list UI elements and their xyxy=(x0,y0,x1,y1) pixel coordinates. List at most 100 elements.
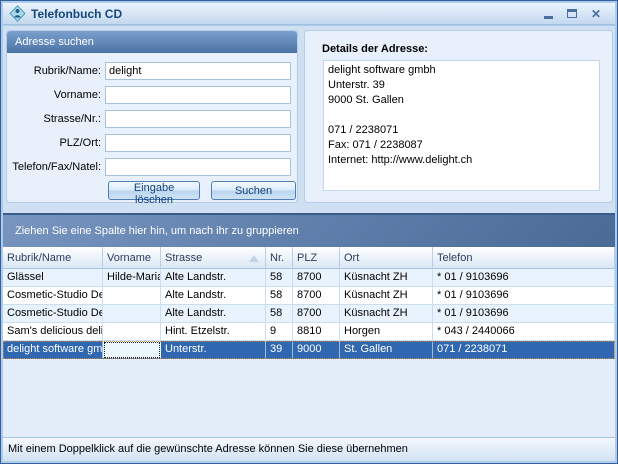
cell-strasse: Unterstr. xyxy=(161,341,266,359)
column-header-label: Telefon xyxy=(437,251,473,264)
plz-ort-input[interactable] xyxy=(105,134,291,152)
app-window: Telefonbuch CD ✕ Adresse suchen Rubrik/N… xyxy=(0,0,618,464)
column-header-label: Nr. xyxy=(270,251,285,264)
address-line: 9000 St. Gallen xyxy=(328,94,404,106)
field-row-rubrik-name: Rubrik/Name: xyxy=(9,62,291,80)
address-details-panel: Details der Adresse: delight software gm… xyxy=(304,30,613,203)
rubrik-name-input[interactable] xyxy=(105,62,291,80)
address-line: 071 / 2238071 xyxy=(328,124,399,136)
address-line xyxy=(328,108,595,123)
group-by-hint: Ziehen Sie eine Spalte hier hin, um nach… xyxy=(15,225,299,237)
table-row[interactable]: Glässel Hilde-Maria Alte Landstr. 58 8700 Küs… xyxy=(3,269,615,287)
cell-plz: 8810 xyxy=(293,323,340,341)
clear-input-button[interactable]: Eingabe löschen xyxy=(108,181,200,206)
close-icon[interactable]: ✕ xyxy=(591,8,601,20)
column-header-vorname[interactable]: Vorname xyxy=(103,247,161,269)
cell-vorname xyxy=(103,305,161,323)
vorname-label: Vorname: xyxy=(53,89,101,101)
cell-ort: Küsnacht ZH xyxy=(340,305,433,323)
address-details-title: Details der Adresse: xyxy=(322,43,428,55)
search-panel: Adresse suchen Rubrik/Name: Vorname: Str… xyxy=(6,30,298,206)
address-details-box: delight software gmbh Unterstr. 39 9000 St… xyxy=(323,60,600,191)
column-header-telefon[interactable]: Telefon xyxy=(433,247,615,269)
column-header-ort[interactable]: Ort xyxy=(340,247,433,269)
rubrik-name-label: Rubrik/Name: xyxy=(33,65,101,77)
address-line: delight software gmbh xyxy=(328,64,436,76)
cell-vorname: Hilde-Maria xyxy=(103,269,161,287)
column-header-rubrik-name[interactable]: Rubrik/Name xyxy=(3,247,103,269)
cell-vorname xyxy=(103,341,161,359)
column-header-label: Ort xyxy=(344,251,360,264)
grid-header: Rubrik/Name Vorname Strasse Nr. PLZ Ort Telefo… xyxy=(3,247,615,269)
cell-ort: Küsnacht ZH xyxy=(340,269,433,287)
cell-plz: 8700 xyxy=(293,287,340,305)
search-panel-buttons: Eingabe löschen Suchen xyxy=(108,181,296,206)
cell-strasse: Alte Landstr. xyxy=(161,305,266,323)
telefon-fax-natel-input[interactable] xyxy=(105,158,291,176)
cell-nr: 9 xyxy=(266,323,293,341)
status-bar: Mit einem Doppelklick auf die gewünschte… xyxy=(3,437,615,461)
minimize-icon[interactable] xyxy=(543,15,553,19)
column-header-label: Rubrik/Name xyxy=(7,251,72,264)
cell-rubrik-name: Cosmetic-Studio Delight xyxy=(3,305,103,323)
cell-plz: 8700 xyxy=(293,305,340,323)
table-row[interactable]: Cosmetic-Studio Delight Alte Landstr.5887… xyxy=(3,287,615,305)
cell-vorname xyxy=(103,287,161,305)
table-row[interactable]: Sam's delicious delight Hint. Etzelstr.98… xyxy=(3,323,615,341)
cell-ort: Küsnacht ZH xyxy=(340,287,433,305)
column-header-label: Vorname xyxy=(107,251,152,264)
cell-strasse: Hint. Etzelstr. xyxy=(161,323,266,341)
column-header-plz[interactable]: PLZ xyxy=(293,247,340,269)
maximize-icon[interactable] xyxy=(566,9,577,18)
cell-telefon: * 01 / 9103696 xyxy=(433,287,615,305)
cell-nr: 39 xyxy=(266,341,293,359)
cell-rubrik-name: Cosmetic-Studio Delight xyxy=(3,287,103,305)
field-row-strasse-nr: Strasse/Nr.: xyxy=(9,110,291,128)
table-row[interactable]: Cosmetic-Studio Delight Alte Landstr.5887… xyxy=(3,305,615,323)
address-line: Fax: 071 / 2238087 xyxy=(328,139,423,151)
upper-panels: Adresse suchen Rubrik/Name: Vorname: Str… xyxy=(3,26,615,213)
column-header-nr[interactable]: Nr. xyxy=(266,247,293,269)
column-header-strasse[interactable]: Strasse xyxy=(161,247,266,269)
vorname-input[interactable] xyxy=(105,86,291,104)
cell-nr: 58 xyxy=(266,287,293,305)
cell-ort: St. Gallen xyxy=(340,341,433,359)
address-line: Internet: http://www.delight.ch xyxy=(328,154,473,166)
cell-telefon: * 043 / 2440066 xyxy=(433,323,615,341)
cell-plz: 8700 xyxy=(293,269,340,287)
strasse-nr-label: Strasse/Nr.: xyxy=(43,113,101,125)
window-title: Telefonbuch CD xyxy=(31,6,123,21)
cell-vorname xyxy=(103,323,161,341)
cell-rubrik-name: Glässel xyxy=(3,269,103,287)
search-button[interactable]: Suchen xyxy=(211,181,296,200)
window-content: Adresse suchen Rubrik/Name: Vorname: Str… xyxy=(3,26,615,461)
sort-ascending-icon xyxy=(249,254,259,262)
cell-rubrik-name: Sam's delicious delight xyxy=(3,323,103,341)
search-panel-header: Adresse suchen xyxy=(7,31,297,53)
grid-rows: Glässel Hilde-Maria Alte Landstr. 58 8700 Küs… xyxy=(3,269,615,437)
cell-strasse: Alte Landstr. xyxy=(161,287,266,305)
cell-plz: 9000 xyxy=(293,341,340,359)
field-row-vorname: Vorname: xyxy=(9,86,291,104)
column-header-label: Strasse xyxy=(165,251,203,264)
cell-telefon: * 01 / 9103696 xyxy=(433,305,615,323)
address-line: Unterstr. 39 xyxy=(328,79,385,91)
field-row-plz-ort: PLZ/Ort: xyxy=(9,134,291,152)
cell-telefon: 071 / 2238071 xyxy=(433,341,615,359)
cell-nr: 58 xyxy=(266,269,293,287)
telefon-fax-natel-label: Telefon/Fax/Natel: xyxy=(12,161,101,173)
plz-ort-label: PLZ/Ort: xyxy=(59,137,101,149)
field-row-telefon-fax-natel: Telefon/Fax/Natel: xyxy=(9,158,291,176)
group-by-bar[interactable]: Ziehen Sie eine Spalte hier hin, um nach… xyxy=(3,213,615,247)
phonebook-app-icon xyxy=(9,5,26,22)
cell-rubrik-name: delight software gmbh xyxy=(3,341,103,359)
cell-strasse: Alte Landstr. xyxy=(161,269,266,287)
cell-ort: Horgen xyxy=(340,323,433,341)
cell-nr: 58 xyxy=(266,305,293,323)
column-header-label: PLZ xyxy=(297,251,318,264)
title-bar: Telefonbuch CD ✕ xyxy=(3,3,615,25)
strasse-nr-input[interactable] xyxy=(105,110,291,128)
cell-telefon: * 01 / 9103696 xyxy=(433,269,615,287)
table-row-selected[interactable]: delight software gmbh Unterstr.399000St. … xyxy=(3,341,615,359)
status-text: Mit einem Doppelklick auf die gewünschte… xyxy=(8,443,408,455)
